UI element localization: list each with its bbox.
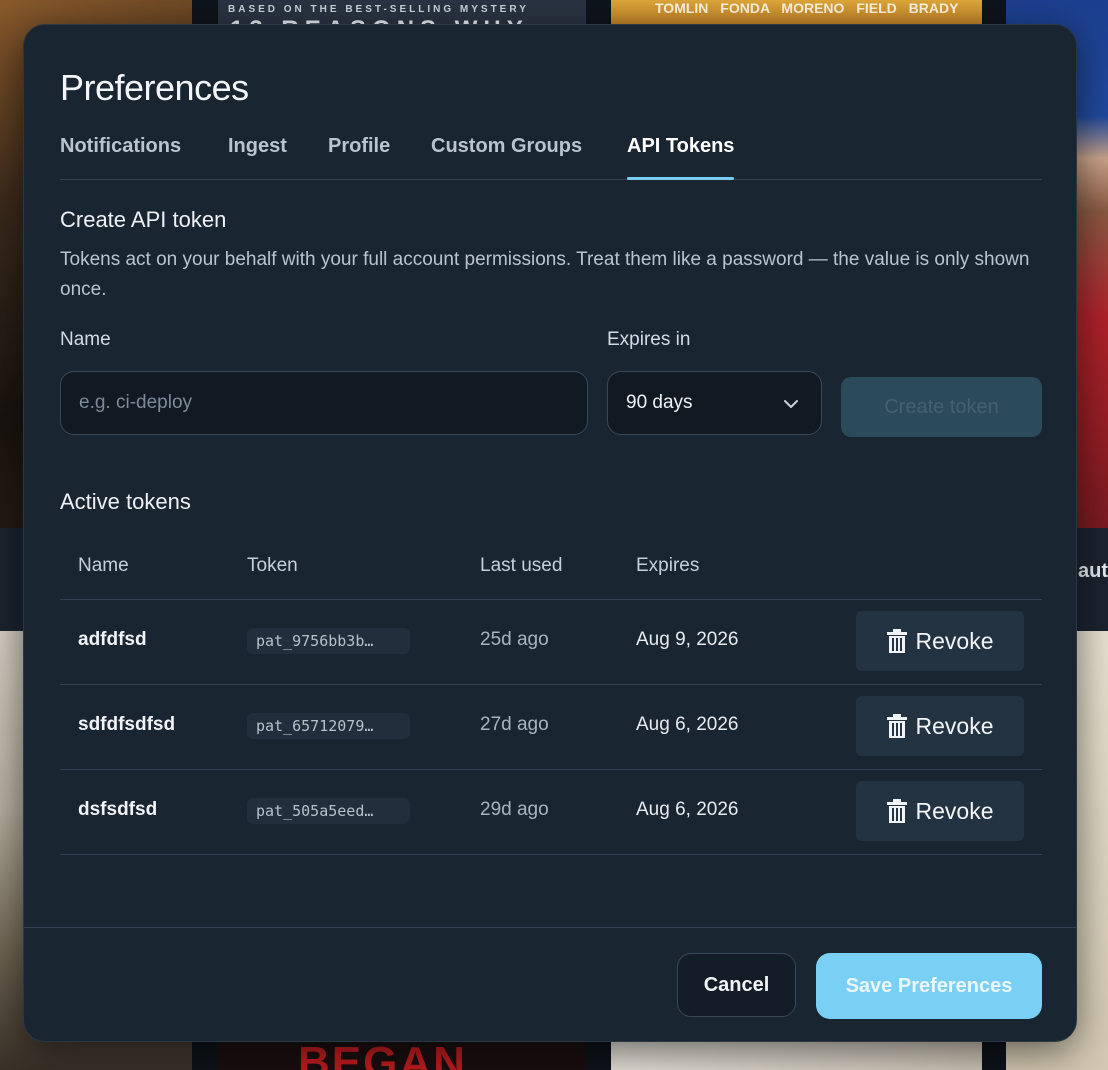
revoke-label: Revoke [915, 797, 994, 824]
column-header-last-used: Last used [480, 555, 563, 576]
table-row: sdfdfsdfsd pat_65712079… 27d ago Aug 6, … [60, 684, 1042, 770]
chevron-down-icon [783, 396, 799, 414]
tab-notifications[interactable]: Notifications [60, 135, 181, 179]
poster-strip-text: aut [1078, 560, 1108, 582]
token-name-input[interactable] [60, 371, 588, 435]
token-last-used: 27d ago [480, 714, 549, 735]
expires-label: Expires in [607, 329, 691, 350]
column-header-expires: Expires [636, 555, 700, 576]
token-last-used: 25d ago [480, 629, 549, 650]
poster-text: BASED ON THE BEST-SELLING MYSTERY [228, 4, 529, 15]
tab-custom-groups[interactable]: Custom Groups [431, 135, 582, 179]
revoke-button[interactable]: Revoke [856, 611, 1024, 671]
token-value: pat_9756bb3b… [247, 628, 410, 654]
trash-icon [886, 629, 907, 653]
column-header-name: Name [78, 555, 129, 576]
token-expires: Aug 9, 2026 [636, 629, 739, 650]
trash-icon [886, 714, 907, 738]
modal-footer: Cancel Save Preferences [24, 927, 1076, 1041]
poster-text: TOMLIN FONDA MORENO FIELD BRADY [655, 0, 959, 16]
revoke-button[interactable]: Revoke [856, 781, 1024, 841]
token-last-used: 29d ago [480, 799, 549, 820]
create-token-button[interactable]: Create token [841, 377, 1042, 437]
preferences-modal: Preferences Notifications Ingest Profile… [23, 24, 1077, 1042]
column-header-token: Token [247, 555, 298, 576]
token-name: sdfdfsdfsd [78, 714, 176, 735]
token-name: dsfsdfsd [78, 799, 158, 820]
tab-ingest[interactable]: Ingest [228, 135, 287, 179]
token-expires: Aug 6, 2026 [636, 799, 739, 820]
token-value: pat_505a5eed… [247, 798, 410, 824]
tokens-table-header: Name Token Last used Expires [60, 539, 1042, 600]
expires-select-value: 90 days [626, 392, 693, 413]
token-expires: Aug 6, 2026 [636, 714, 739, 735]
cancel-button[interactable]: Cancel [677, 953, 796, 1017]
expires-select[interactable]: 90 days [607, 371, 822, 435]
name-label: Name [60, 329, 111, 350]
create-token-heading: Create API token [60, 207, 227, 232]
table-row: dsfsdfsd pat_505a5eed… 29d ago Aug 6, 20… [60, 769, 1042, 855]
tab-api-tokens[interactable]: API Tokens [627, 135, 735, 180]
modal-title: Preferences [60, 67, 249, 108]
tab-profile[interactable]: Profile [328, 135, 390, 179]
revoke-label: Revoke [915, 627, 994, 654]
poster-text: BEGAN [298, 1038, 467, 1070]
token-name: adfdfsd [78, 629, 147, 650]
save-preferences-button[interactable]: Save Preferences [816, 953, 1042, 1019]
active-tokens-heading: Active tokens [60, 489, 191, 514]
revoke-button[interactable]: Revoke [856, 696, 1024, 756]
table-row: adfdfsd pat_9756bb3b… 25d ago Aug 9, 202… [60, 599, 1042, 685]
tab-bar: Notifications Ingest Profile Custom Grou… [60, 135, 1042, 180]
revoke-label: Revoke [915, 712, 994, 739]
token-value: pat_65712079… [247, 713, 410, 739]
create-token-description: Tokens act on your behalf with your full… [60, 249, 1030, 300]
trash-icon [886, 799, 907, 823]
